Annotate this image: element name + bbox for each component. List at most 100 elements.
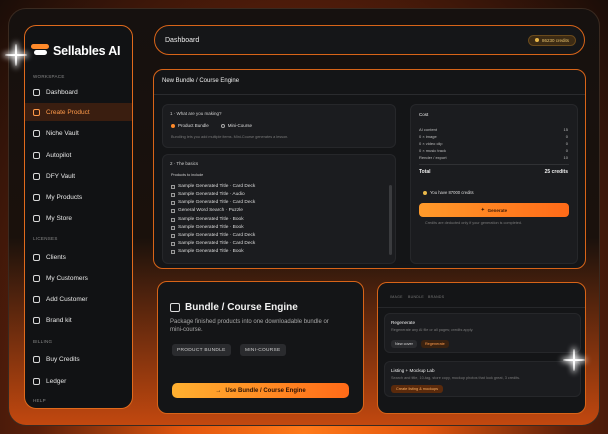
- new-cover-button[interactable]: New cover: [391, 340, 417, 348]
- tab-bundle[interactable]: BUNDLE: [408, 295, 424, 299]
- scrollbar[interactable]: [389, 185, 392, 255]
- cost-total: Total 25 credits: [419, 169, 568, 175]
- step-basics: 2 · The basics Products to include Sampl…: [162, 154, 396, 264]
- customers-icon: [33, 274, 40, 282]
- step-what-making: 1 · What are you making? Product Bundle …: [162, 104, 396, 148]
- sidebar-item-autopilot[interactable]: Autopilot: [25, 146, 132, 164]
- sidebar-item-clients[interactable]: Clients: [25, 248, 132, 266]
- section-licenses: LICENSES: [33, 236, 58, 241]
- create-listing-button[interactable]: Create listing & mockups: [391, 385, 443, 393]
- step2-heading: 2 · The basics: [170, 161, 199, 166]
- product-item[interactable]: Sample Generated Title · Card Deck: [171, 200, 255, 205]
- sidebar-item-my-customers[interactable]: My Customers: [25, 269, 132, 287]
- checkbox-icon: [171, 225, 175, 230]
- cost-panel: Cost AI content 15 0 × image 0 0 × video c…: [410, 104, 578, 264]
- sparkle-icon: ✦: [480, 207, 485, 212]
- use-engine-button[interactable]: → Use Bundle / Course Engine: [172, 383, 349, 398]
- arrow-right-icon: →: [215, 387, 222, 394]
- regenerate-desc: Regenerate any AI file or all pages; cre…: [391, 328, 474, 332]
- card-description: Package finished products into one downl…: [170, 319, 329, 333]
- option-mini-course[interactable]: Mini-Course: [220, 123, 252, 128]
- sidebar-item-brand-kit[interactable]: Brand kit: [25, 311, 132, 329]
- listing-desc: Search and title, 10-tag, store copy, mo…: [391, 376, 521, 380]
- sidebar-item-my-products[interactable]: My Products: [25, 188, 132, 206]
- products-label: Products to include: [171, 173, 204, 177]
- sidebar-item-add-customer[interactable]: Add Customer: [25, 290, 132, 308]
- product-item[interactable]: Sample Generated Title · Card Deck: [171, 233, 255, 238]
- store-icon: [33, 214, 40, 222]
- checkbox-icon: [171, 208, 175, 213]
- checkbox-icon: [171, 241, 175, 246]
- coin-icon: [423, 190, 427, 195]
- sidebar-item-niche-vault[interactable]: Niche Vault: [25, 124, 132, 142]
- bundle-engine-panel: New Bundle / Course Engine 1 · What are …: [153, 69, 586, 269]
- listing-panel: Listing + Mockup Lab Search and title, 1…: [384, 361, 581, 397]
- cost-row: 0 × video clip 0: [419, 141, 568, 146]
- divider: [378, 307, 585, 308]
- cost-row: 0 × music track 0: [419, 148, 568, 153]
- checkbox-icon: [171, 184, 175, 189]
- product-item[interactable]: Sample Generated Title · Book: [171, 225, 244, 230]
- divider: [419, 164, 569, 165]
- sidebar-item-ledger[interactable]: Ledger: [25, 372, 132, 390]
- checkbox-icon: [171, 233, 175, 238]
- ledger-icon: [33, 377, 40, 385]
- credits-badge[interactable]: 86230 credits: [527, 34, 576, 46]
- product-item[interactable]: Sample Generated Title · Card Deck: [171, 241, 255, 246]
- step1-heading: 1 · What are you making?: [170, 111, 222, 116]
- vault-icon: [33, 129, 40, 137]
- bundle-course-card: Bundle / Course Engine Package finished …: [157, 281, 364, 414]
- autopilot-icon: [33, 151, 40, 159]
- checkbox-icon: [171, 249, 175, 254]
- sidebar: Sellables AI WORKSPACE Dashboard Create …: [24, 25, 133, 409]
- option-product-bundle[interactable]: Product Bundle: [171, 123, 209, 128]
- create-icon: [33, 108, 40, 116]
- sidebar-item-dfy-vault[interactable]: DFY Vault: [25, 167, 132, 185]
- sidebar-item-create-product[interactable]: Create Product: [25, 103, 132, 121]
- dashboard-icon: [33, 88, 40, 96]
- app-name: Sellables AI: [53, 44, 121, 58]
- products-icon: [33, 193, 40, 201]
- checkbox-icon: [171, 200, 175, 205]
- cost-row: 0 × image 0: [419, 134, 568, 139]
- sidebar-item-my-store[interactable]: My Store: [25, 209, 132, 227]
- divider: [154, 94, 585, 95]
- brand-icon: [33, 316, 40, 324]
- cost-title: Cost: [419, 112, 429, 117]
- coin-icon: [534, 38, 539, 42]
- add-customer-icon: [33, 295, 40, 303]
- page-title: Dashboard: [165, 36, 200, 44]
- tools-card: IMAGE BUNDLE BRANDS Regenerate Regenerat…: [377, 282, 586, 414]
- product-item[interactable]: Sample Generated Title · Audio: [171, 192, 245, 197]
- section-workspace: WORKSPACE: [33, 74, 65, 79]
- product-item[interactable]: Sample Generated Title · Card Deck: [171, 184, 255, 189]
- credits-icon: [33, 355, 40, 363]
- tag-product-bundle: PRODUCT BUNDLE: [172, 344, 231, 356]
- checkbox-icon: [171, 217, 175, 222]
- section-help: HELP: [33, 398, 46, 403]
- listing-title: Listing + Mockup Lab: [391, 368, 435, 373]
- radio-icon: [220, 123, 225, 128]
- generate-button[interactable]: ✦ Generate: [419, 203, 569, 217]
- sidebar-item-buy-credits[interactable]: Buy Credits: [25, 350, 132, 368]
- product-item[interactable]: General Word Search · Puzzle: [171, 208, 243, 213]
- cost-row: AI content 15: [419, 127, 568, 132]
- section-billing: BILLING: [33, 339, 53, 344]
- regenerate-title: Regenerate: [391, 320, 416, 325]
- product-item[interactable]: Sample Generated Title · Book: [171, 217, 244, 222]
- logo[interactable]: Sellables AI: [31, 40, 121, 62]
- logo-mark-icon: [31, 44, 49, 58]
- tab-brands[interactable]: BRANDS: [428, 295, 444, 299]
- dfy-icon: [33, 172, 40, 180]
- step1-hint: Bundling lets you add multiple items. Mi…: [171, 135, 289, 139]
- balance-line: You have 87000 credits: [423, 190, 474, 195]
- tag-mini-course: MINI-COURSE: [240, 344, 286, 356]
- tab-image[interactable]: IMAGE: [390, 295, 403, 299]
- regenerate-button[interactable]: Regenerate: [420, 340, 449, 348]
- clients-icon: [33, 253, 40, 261]
- app-window: Sellables AI WORKSPACE Dashboard Create …: [8, 8, 600, 426]
- top-bar: Dashboard 86230 credits: [154, 25, 585, 55]
- product-item[interactable]: Sample Generated Title · Book: [171, 249, 244, 254]
- sidebar-item-dashboard[interactable]: Dashboard: [25, 83, 132, 101]
- card-title: Bundle / Course Engine: [170, 302, 298, 313]
